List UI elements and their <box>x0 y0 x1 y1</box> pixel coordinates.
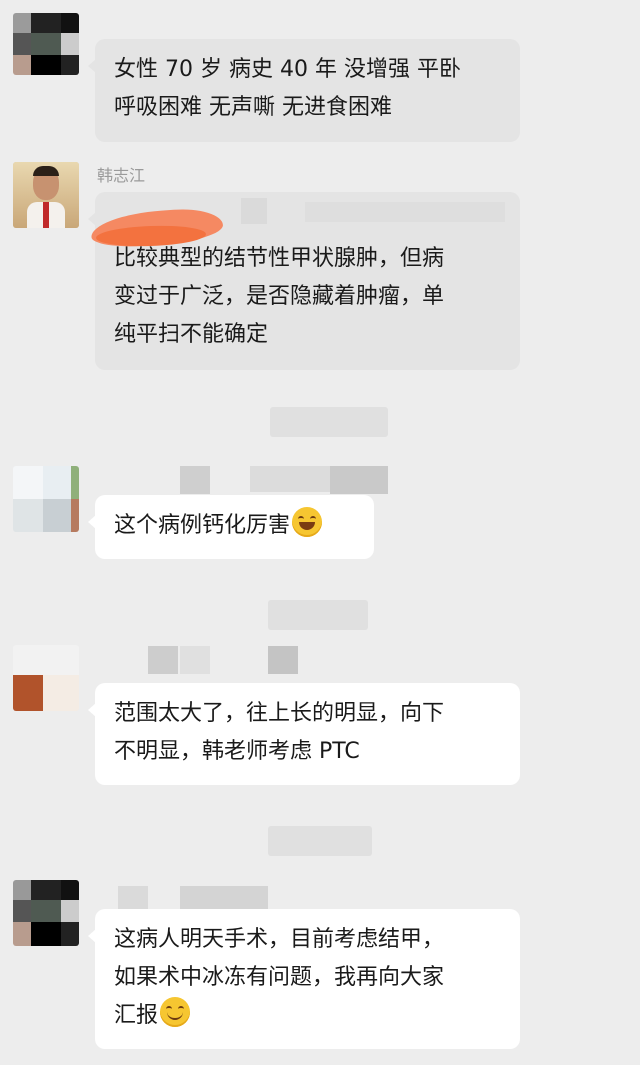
message-text: 这个病例钙化厉害 <box>114 513 291 538</box>
avatar[interactable] <box>13 162 79 228</box>
message-bubble[interactable]: 范围太大了，往上长的明显，向下 不明显，韩老师考虑 PTC <box>88 683 520 785</box>
message-line: 纯平扫不能确定 <box>114 322 269 347</box>
avatar[interactable] <box>13 645 79 711</box>
blurred-sender-name <box>180 646 210 674</box>
blurred-sender-name <box>180 466 210 494</box>
blurred-sender-name <box>180 886 268 910</box>
message-line: 如果术中冰冻有问题，我再向大家 <box>114 965 445 990</box>
message-line: 呼吸困难 无声嘶 无进食困难 <box>114 95 392 120</box>
blurred-text <box>241 198 267 224</box>
avatar[interactable] <box>13 880 79 946</box>
blurred-sender-name <box>148 646 178 674</box>
message-line: 变过于广泛，是否隐藏着肿瘤，单 <box>114 284 445 309</box>
smiling-face-icon <box>160 997 191 1027</box>
message-bubble[interactable]: 这个病例钙化厉害 <box>88 495 374 559</box>
message-line: 范围太大了，往上长的明显，向下 <box>114 701 445 726</box>
timestamp <box>270 407 388 437</box>
timestamp <box>268 826 372 856</box>
blurred-sender-name <box>268 646 298 674</box>
message-line: 比较典型的结节性甲状腺肿，但病 <box>114 246 445 271</box>
grinning-face-icon <box>292 507 323 537</box>
sender-name: 韩志江 <box>97 166 146 185</box>
message-bubble[interactable]: 这病人明天手术，目前考虑结甲， 如果术中冰冻有问题，我再向大家 汇报 <box>88 909 520 1049</box>
message-line: 汇报 <box>114 1003 159 1028</box>
avatar[interactable] <box>13 13 79 75</box>
blurred-sender-name <box>330 466 388 494</box>
blurred-text <box>305 202 505 222</box>
message-line: 不明显，韩老师考虑 PTC <box>114 739 360 764</box>
message-bubble[interactable]: 女性 70 岁 病史 40 年 没增强 平卧 呼吸困难 无声嘶 无进食困难 <box>88 39 520 142</box>
avatar[interactable] <box>13 466 79 532</box>
message-line: 这病人明天手术，目前考虑结甲， <box>114 927 445 952</box>
timestamp <box>268 600 368 630</box>
message-line: 女性 70 岁 病史 40 年 没增强 平卧 <box>114 57 461 82</box>
